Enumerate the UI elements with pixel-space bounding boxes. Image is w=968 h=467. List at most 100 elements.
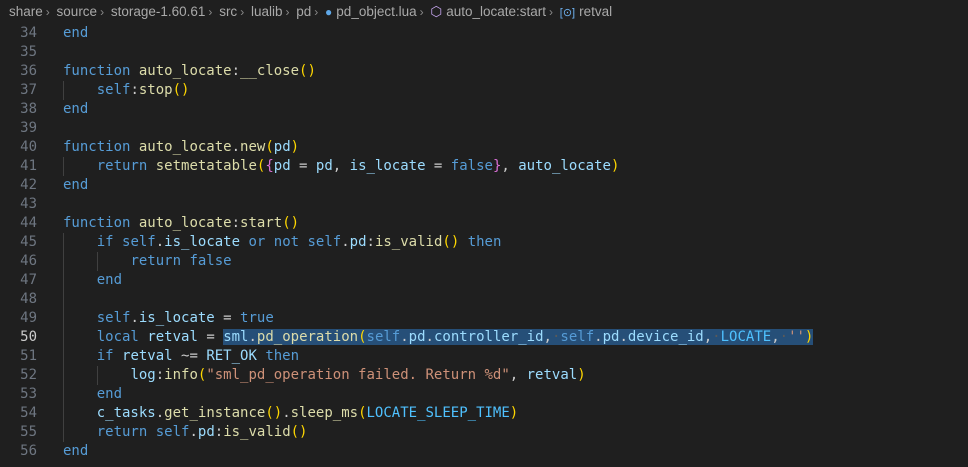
indent-guide	[63, 81, 64, 100]
code-text: self.is_locate = true	[37, 309, 274, 328]
code-text	[37, 290, 64, 309]
indent-guide	[63, 290, 64, 309]
code-line[interactable]: 56 end	[0, 442, 968, 461]
breadcrumb-variable[interactable]: [⊙] retval	[560, 4, 612, 19]
code-line-current[interactable]: 50 local retval = sml.pd_operation(self.…	[0, 328, 968, 347]
breadcrumb-item-storage[interactable]: storage-1.60.61	[111, 4, 206, 19]
line-number: 50	[20, 329, 37, 345]
breadcrumb-item-pd[interactable]: pd	[296, 4, 311, 19]
code-text: end	[63, 101, 89, 117]
line-number: 43	[20, 196, 37, 212]
breadcrumb-variable-label: retval	[579, 4, 613, 19]
breadcrumb-item-share[interactable]: share	[9, 4, 43, 19]
code-text: end	[63, 443, 89, 459]
code-line[interactable]: 40 function auto_locate.new(pd)	[0, 138, 968, 157]
chevron-right-icon: ›	[549, 5, 554, 19]
code-line[interactable]: 48	[0, 290, 968, 309]
code-line[interactable]: 47 end	[0, 271, 968, 290]
indent-guide	[63, 366, 64, 385]
line-number: 39	[20, 120, 37, 136]
line-number: 49	[20, 310, 37, 326]
code-text: end	[63, 25, 89, 41]
indent-guide	[63, 328, 64, 347]
text-selection: sml.pd_operation(self.pd.controller_id,·…	[223, 329, 814, 345]
variable-icon: [⊙]	[559, 7, 576, 19]
indent-guide	[63, 252, 64, 271]
line-number: 36	[20, 63, 37, 79]
line-number: 41	[20, 158, 37, 174]
indent-guide	[63, 385, 64, 404]
code-text: end	[63, 177, 89, 193]
breadcrumb-symbol-label: auto_locate:start	[446, 4, 547, 19]
breadcrumb-file[interactable]: ● pd_object.lua	[325, 4, 417, 19]
code-text: log:info("sml_pd_operation failed. Retur…	[37, 366, 586, 385]
line-number: 45	[20, 234, 37, 250]
indent-guide	[63, 233, 64, 252]
indent-guide	[63, 309, 64, 328]
breadcrumb-item-lualib[interactable]: lualib	[251, 4, 283, 19]
indent-guide	[97, 252, 98, 271]
line-number: 46	[20, 253, 37, 269]
code-line[interactable]: 45 if self.is_locate or not self.pd:is_v…	[0, 233, 968, 252]
line-number: 37	[20, 82, 37, 98]
code-line[interactable]: 41 return setmetatable({pd = pd, is_loca…	[0, 157, 968, 176]
breadcrumb: share › source › storage-1.60.61 › src › lua…	[0, 0, 968, 24]
method-cube-icon: ⬡	[430, 4, 443, 19]
code-text: end	[37, 385, 122, 404]
line-number: 53	[20, 386, 37, 402]
code-text: return setmetatable({pd = pd, is_locate …	[37, 157, 619, 176]
line-number: 56	[20, 443, 37, 459]
indent-guide	[63, 271, 64, 290]
code-line[interactable]: 43	[0, 195, 968, 214]
code-line[interactable]: 49 self.is_locate = true	[0, 309, 968, 328]
line-number: 44	[20, 215, 37, 231]
code-text: return self.pd:is_valid()	[37, 423, 307, 442]
code-line[interactable]: 42 end	[0, 176, 968, 195]
line-number: 35	[20, 44, 37, 60]
code-line[interactable]: 35	[0, 43, 968, 62]
code-text: self:stop()	[37, 81, 189, 100]
line-number: 40	[20, 139, 37, 155]
code-line[interactable]: 44 function auto_locate:start()	[0, 214, 968, 233]
code-text: function auto_locate:__close()	[63, 63, 316, 79]
breadcrumb-item-source[interactable]: source	[57, 4, 98, 19]
code-line[interactable]: 38 end	[0, 100, 968, 119]
code-line[interactable]: 34 end	[0, 24, 968, 43]
code-text: function auto_locate:start()	[63, 215, 300, 231]
line-number: 55	[20, 424, 37, 440]
line-number: 51	[20, 348, 37, 364]
chevron-right-icon: ›	[314, 5, 319, 19]
lua-file-icon: ●	[325, 5, 333, 19]
breadcrumb-item-src[interactable]: src	[219, 4, 237, 19]
code-line[interactable]: 51 if retval ~= RET_OK then	[0, 347, 968, 366]
code-line[interactable]: 52 log:info("sml_pd_operation failed. Re…	[0, 366, 968, 385]
code-text: c_tasks.get_instance().sleep_ms(LOCATE_S…	[37, 404, 518, 423]
breadcrumb-symbol[interactable]: ⬡ auto_locate:start	[430, 4, 546, 19]
code-text: if retval ~= RET_OK then	[37, 347, 299, 366]
indent-guide	[97, 366, 98, 385]
line-number: 42	[20, 177, 37, 193]
code-line[interactable]: 37 self:stop()	[0, 81, 968, 100]
indent-guide	[63, 404, 64, 423]
code-line[interactable]: 46 return false	[0, 252, 968, 271]
code-text: end	[37, 271, 122, 290]
line-number: 38	[20, 101, 37, 117]
line-number: 52	[20, 367, 37, 383]
code-line[interactable]: 54 c_tasks.get_instance().sleep_ms(LOCAT…	[0, 404, 968, 423]
code-text: if self.is_locate or not self.pd:is_vali…	[37, 233, 501, 252]
indent-guide	[63, 423, 64, 442]
code-line[interactable]: 39	[0, 119, 968, 138]
line-number: 47	[20, 272, 37, 288]
code-line[interactable]: 53 end	[0, 385, 968, 404]
chevron-right-icon: ›	[419, 5, 424, 19]
code-line[interactable]: 36 function auto_locate:__close()	[0, 62, 968, 81]
indent-guide	[63, 347, 64, 366]
chevron-right-icon: ›	[208, 5, 213, 19]
code-editor[interactable]: 34 end 35 36 function auto_locate:__close(…	[0, 24, 968, 461]
chevron-right-icon: ›	[100, 5, 105, 19]
code-line[interactable]: 55 return self.pd:is_valid()	[0, 423, 968, 442]
line-number: 54	[20, 405, 37, 421]
